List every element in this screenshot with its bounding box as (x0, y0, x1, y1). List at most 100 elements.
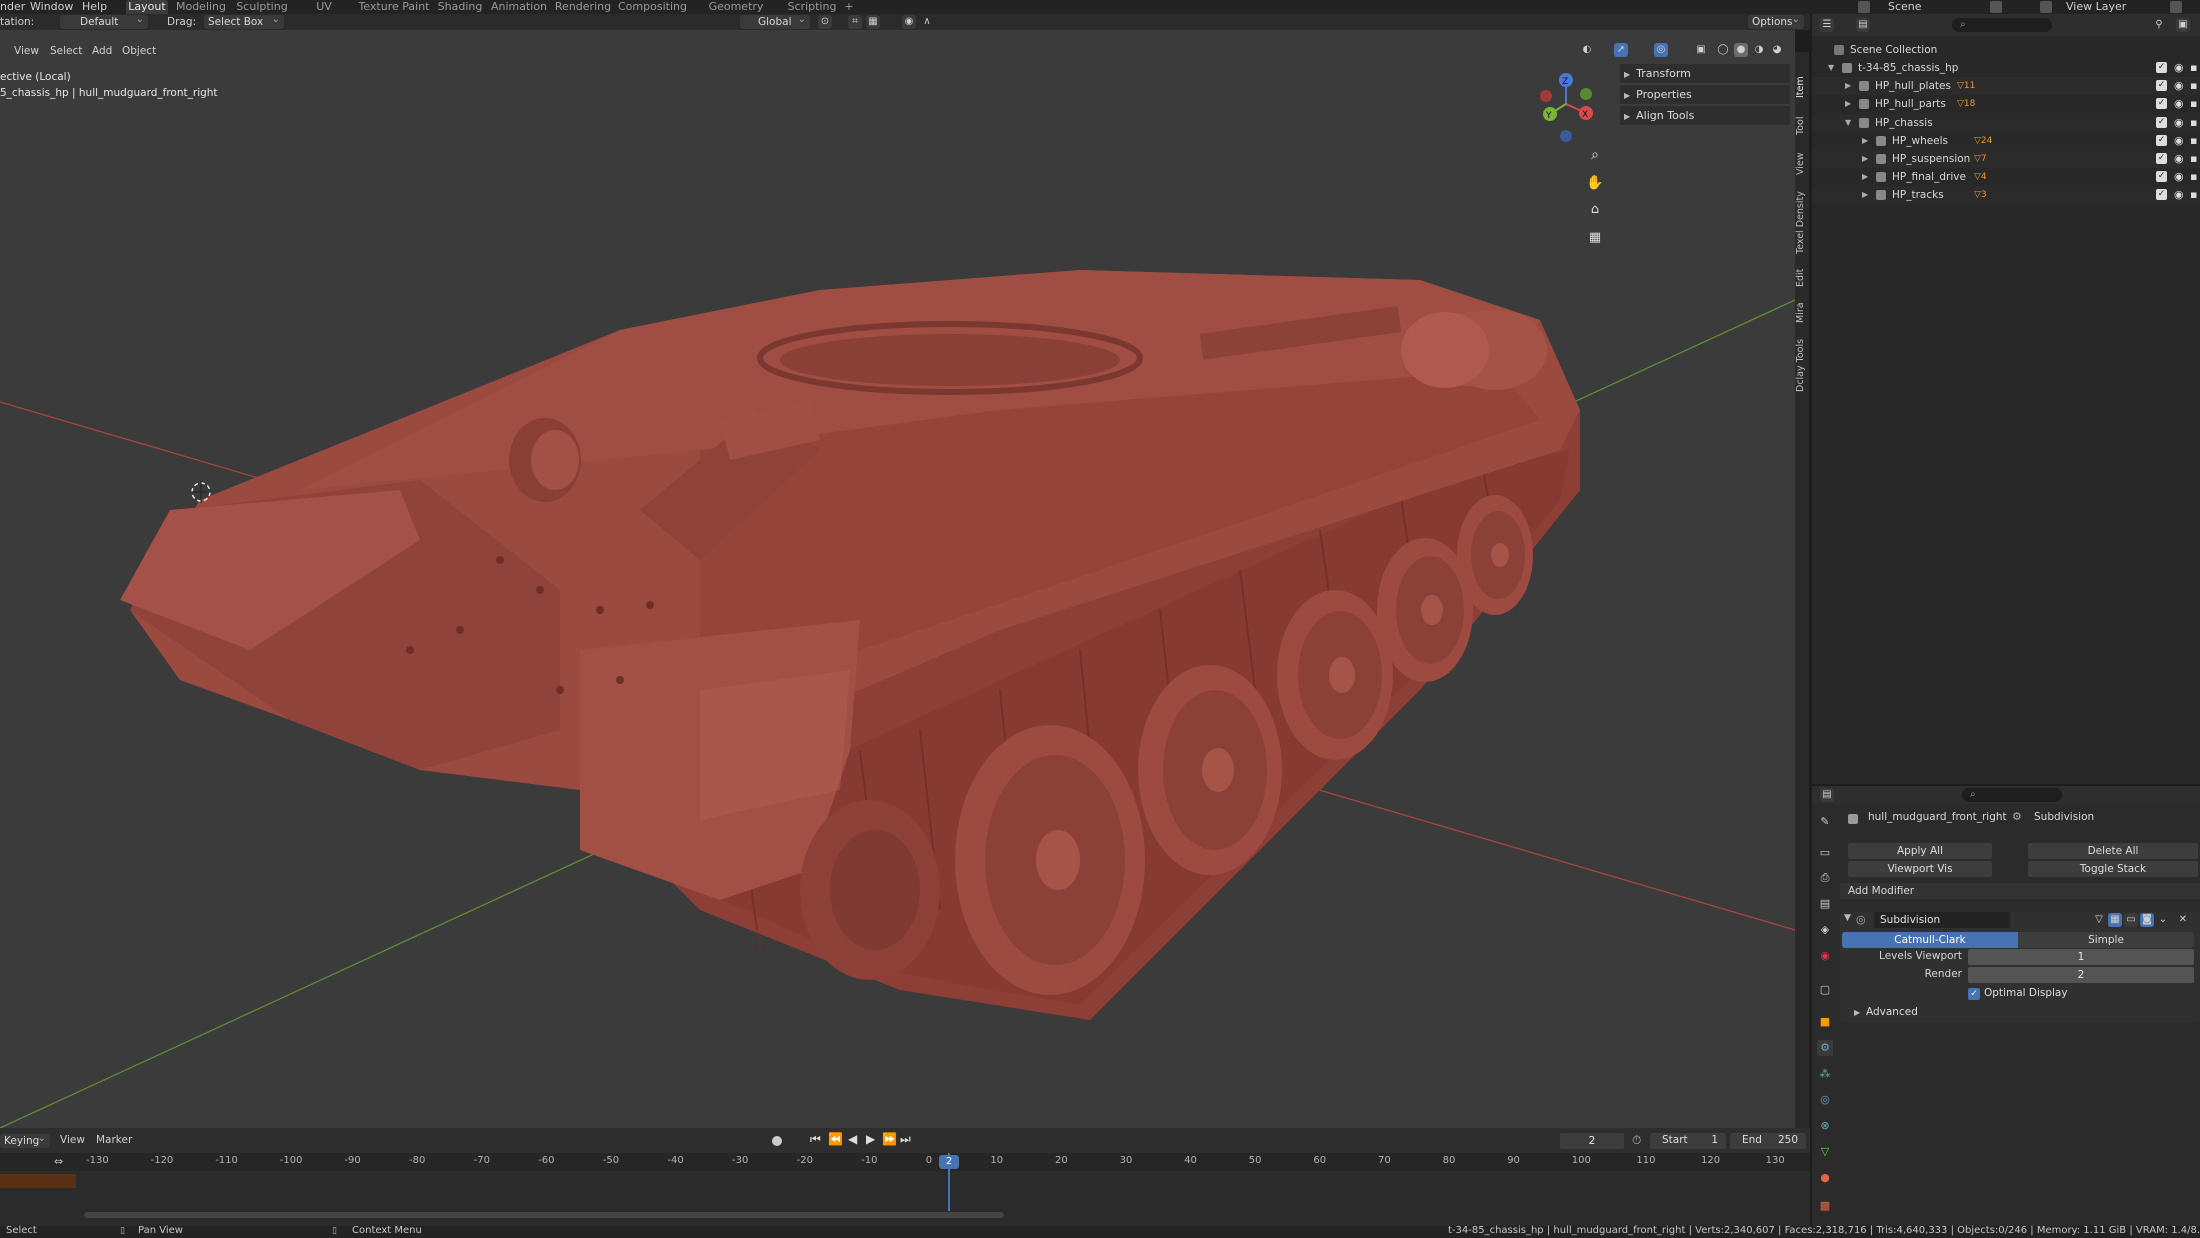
outliner-row[interactable]: ▼ HP_chassis ✓ ◉ ▪ (1812, 113, 2200, 132)
advanced-expand-icon[interactable]: ▶ (1854, 1008, 1860, 1017)
tab-layout[interactable]: Layout (126, 0, 168, 14)
wireframe-shading-icon[interactable]: ◯ (1716, 43, 1730, 57)
outliner-row[interactable]: ▶ HP_tracks ▽3 ✓ ◉ ▪ (1812, 186, 2200, 205)
render-levels-field[interactable]: 2 (1968, 967, 2194, 983)
next-keyframe-icon[interactable]: ⏩ (882, 1132, 897, 1146)
delete-all-button[interactable]: Delete All (2028, 843, 2198, 859)
outliner-row[interactable]: ▼ t-34-85_chassis_hp ✓ ◉ ▪ (1812, 59, 2200, 77)
texture-tab-icon[interactable]: ▩ (1817, 1198, 1833, 1214)
eye-visibility-icon[interactable]: ◉ (2174, 186, 2184, 204)
pivot-point-icon[interactable]: ⊙ (818, 15, 832, 29)
levels-viewport-field[interactable]: 1 (1968, 949, 2194, 965)
remove-modifier-icon[interactable]: ✕ (2176, 913, 2190, 927)
toggle-stack-button[interactable]: Toggle Stack (2028, 861, 2198, 877)
edit-mode-toggle-icon[interactable]: ▽ (2092, 913, 2106, 927)
filter-icon[interactable]: ⚲ (2152, 18, 2166, 32)
object-tab-icon[interactable]: ■ (1817, 1014, 1833, 1030)
timeline-menu-marker[interactable]: Marker (96, 1132, 132, 1148)
editor-type-icon[interactable]: ☰ (1820, 18, 1834, 32)
eye-visibility-icon[interactable]: ◉ (2174, 114, 2184, 132)
play-reverse-icon[interactable]: ◀ (848, 1132, 857, 1146)
keying-dropdown[interactable]: Keying (0, 1134, 50, 1148)
camera-render-icon[interactable]: ▪ (2190, 114, 2197, 132)
editor-type-icon[interactable]: ▤ (1820, 788, 1834, 802)
tab-sculpting[interactable]: Sculpting (234, 0, 290, 14)
tab-geometry-nodes[interactable]: Geometry Nodes (692, 0, 780, 27)
eye-visibility-icon[interactable]: ◉ (2174, 95, 2184, 113)
eye-visibility-icon[interactable]: ◉ (2174, 77, 2184, 95)
viewport-toggle-icon[interactable]: ▭ (2124, 913, 2138, 927)
cage-toggle-icon[interactable]: ▦ (2108, 913, 2122, 927)
prev-keyframe-icon[interactable]: ⏪ (828, 1132, 843, 1146)
tab-texture-paint[interactable]: Texture Paint (358, 0, 430, 14)
view-layer-selector[interactable]: View Layer (2066, 0, 2126, 14)
end-frame-field[interactable]: End 250 (1730, 1133, 1806, 1149)
apply-all-button[interactable]: Apply All (1848, 843, 1992, 859)
outliner-row[interactable]: ▶ HP_hull_parts ▽18 ✓ ◉ ▪ (1812, 95, 2200, 113)
npanel-transform[interactable]: ▶ Transform (1620, 64, 1790, 83)
expand-arrow-icon[interactable]: ▶ (1845, 77, 1851, 95)
camera-view-icon[interactable]: ⌂ (1585, 202, 1605, 222)
outliner-row[interactable]: ▶ HP_final_drive ▽4 ✓ ◉ ▪ (1812, 168, 2200, 186)
viewport-menu-add[interactable]: Add (92, 43, 112, 59)
render-toggle-icon[interactable]: ◙ (2140, 913, 2154, 927)
camera-render-icon[interactable]: ▪ (2190, 77, 2197, 95)
tab-texel-density[interactable]: Texel Density (1795, 188, 1809, 258)
modifier-name-field[interactable]: Subdivision (1874, 912, 2010, 928)
tab-animation[interactable]: Animation (490, 0, 548, 14)
falloff-icon[interactable]: ∧ (920, 15, 934, 29)
exclude-checkbox[interactable]: ✓ (2156, 80, 2167, 92)
npanel-align-tools[interactable]: ▶ Align Tools (1620, 106, 1790, 125)
material-shading-icon[interactable]: ◑ (1752, 43, 1766, 57)
exclude-checkbox[interactable]: ✓ (2156, 171, 2167, 183)
visibility-icon[interactable]: ◐ (1580, 43, 1594, 57)
transform-orientation-dropdown[interactable]: Global (740, 15, 810, 29)
output-tab-icon[interactable]: ⎙ (1817, 870, 1833, 886)
tab-uv-editing[interactable]: UV Editing (296, 0, 352, 27)
modifier-tab-icon[interactable]: ⚙ (1817, 1040, 1833, 1056)
timeline-scrollbar[interactable] (84, 1212, 1004, 1218)
tab-compositing[interactable]: Compositing (618, 0, 687, 14)
pan-hand-icon[interactable]: ✋ (1585, 175, 1605, 195)
tab-dclay-tools[interactable]: Dclay Tools (1795, 334, 1809, 396)
exclude-checkbox[interactable]: ✓ (2156, 116, 2167, 128)
proportional-edit-icon[interactable]: ◉ (902, 15, 916, 29)
tab-mira[interactable]: Mira (1795, 298, 1809, 328)
exclude-checkbox[interactable]: ✓ (2156, 153, 2167, 164)
display-mode-icon[interactable]: ▤ (1856, 18, 1870, 32)
tab-tool[interactable]: Tool (1795, 110, 1809, 142)
expand-arrow-icon[interactable]: ▶ (1845, 95, 1851, 113)
render-tab-icon[interactable]: ▭ (1817, 845, 1833, 861)
modifier-menu-chevron-icon[interactable]: ⌄ (2156, 913, 2170, 927)
simple-button[interactable]: Simple (2018, 932, 2194, 948)
scene-tab-icon[interactable]: ◈ (1817, 922, 1833, 938)
add-workspace-button[interactable]: + (842, 0, 856, 14)
exclude-checkbox[interactable]: ✓ (2156, 134, 2167, 146)
xray-icon[interactable]: ▣ (1694, 43, 1708, 57)
frame-ruler[interactable]: ⇔ -130 -120 -110 -100 -90 -80 -70 -60 -50 -40 -30-… (0, 1153, 1810, 1171)
expand-arrow-icon[interactable]: ▼ (1845, 114, 1851, 132)
expand-arrow-icon[interactable]: ▶ (1862, 186, 1868, 204)
expand-arrow-icon[interactable]: ▶ (1862, 132, 1868, 150)
catmull-clark-button[interactable]: Catmull-Clark (1842, 932, 2018, 948)
timeline-menu-view[interactable]: View (60, 1132, 85, 1148)
menu-window[interactable]: Window (30, 0, 73, 14)
physics-tab-icon[interactable]: ◎ (1817, 1092, 1833, 1108)
expand-arrow-icon[interactable]: ▼ (1828, 59, 1834, 77)
npanel-properties[interactable]: ▶ Properties (1620, 85, 1790, 104)
outliner-search-input[interactable]: ⌕ (1952, 18, 2052, 32)
viewport-menu-view[interactable]: View (14, 43, 39, 59)
tab-shading[interactable]: Shading (436, 0, 484, 14)
3d-viewport[interactable]: Z X Y View Select Add Object ◐ ➚ ◎ ▣ ◯ ●… (0, 30, 1795, 1128)
start-frame-field[interactable]: Start 1 (1650, 1133, 1726, 1149)
tab-item[interactable]: Item (1795, 70, 1809, 104)
perspective-toggle-icon[interactable]: ▦ (1585, 230, 1605, 250)
particles-tab-icon[interactable]: ⁂ (1817, 1066, 1833, 1082)
jump-start-icon[interactable]: ⏮ (810, 1132, 821, 1147)
tab-scripting[interactable]: Scripting (786, 0, 838, 14)
tab-rendering[interactable]: Rendering (554, 0, 612, 14)
collapse-arrow-icon[interactable]: ▼ (1844, 913, 1851, 923)
exclude-checkbox[interactable]: ✓ (2156, 189, 2167, 201)
world-tab-icon[interactable]: ◉ (1817, 948, 1833, 964)
outliner-row[interactable]: ▶ HP_hull_plates ▽11 ✓ ◉ ▪ (1812, 77, 2200, 96)
